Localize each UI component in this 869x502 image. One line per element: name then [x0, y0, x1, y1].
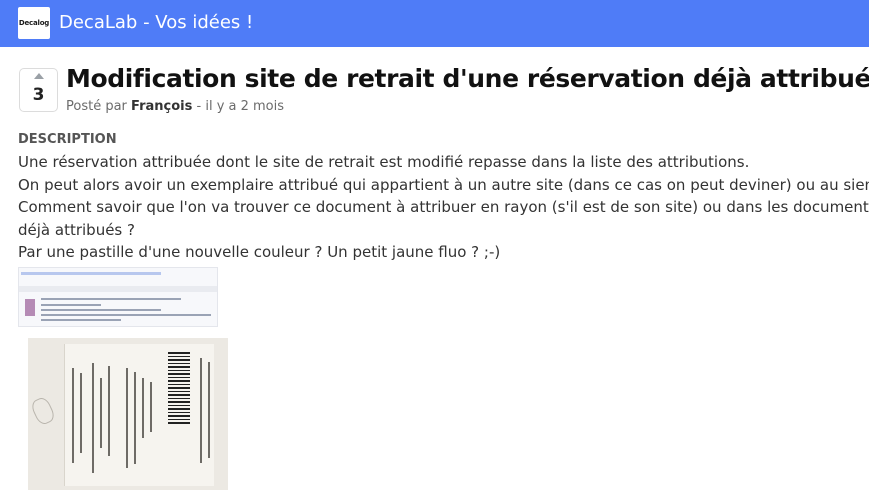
photo-text-line	[142, 378, 144, 438]
attachment-screenshot[interactable]	[18, 267, 218, 327]
screenshot-text-line	[41, 309, 161, 311]
description-line: On peut alors avoir un exemplaire attrib…	[18, 175, 869, 194]
screenshot-text-line	[41, 314, 211, 316]
description-body: Une réservation attribuée dont le site d…	[18, 151, 869, 264]
attachment-photo[interactable]	[28, 338, 228, 490]
posted-by-label: Posté par	[66, 99, 127, 114]
post-time: - il y a 2 mois	[196, 99, 285, 114]
vote-count: 3	[32, 85, 45, 105]
screenshot-text-line	[41, 298, 181, 300]
photo-text-line	[72, 368, 74, 463]
upvote-arrow-icon[interactable]	[34, 73, 44, 79]
photo-text-line	[100, 378, 102, 448]
photo-text-line	[134, 372, 136, 464]
photo-text-line	[80, 373, 82, 453]
photo-text-line	[150, 382, 152, 432]
description-line: Une réservation attribuée dont le site d…	[18, 153, 750, 171]
photo-text-line	[108, 366, 110, 456]
description-line: Comment savoir que l'on va trouver ce do…	[18, 198, 869, 216]
author-name[interactable]: François	[131, 99, 192, 114]
decalog-logo[interactable]: Decalog	[18, 7, 50, 39]
photo-text-line	[208, 362, 210, 458]
screenshot-header-bar	[21, 272, 161, 275]
photo-ticket	[64, 344, 214, 486]
photo-text-line	[126, 368, 128, 468]
top-bar: Decalog DecaLab - Vos idées !	[0, 0, 869, 47]
screenshot-text-line	[41, 304, 101, 306]
description-line: déjà attribués ?	[18, 220, 135, 239]
photo-barcode	[168, 352, 190, 424]
screenshot-cover-thumb	[25, 299, 35, 316]
screenshot-table-header	[19, 286, 217, 292]
app-title[interactable]: DecaLab - Vos idées !	[59, 12, 253, 33]
post-title: Modification site de retrait d'une réser…	[66, 64, 869, 93]
description-label: DESCRIPTION	[18, 132, 117, 147]
photo-text-line	[92, 363, 94, 473]
screenshot-text-line	[41, 319, 121, 321]
photo-text-line	[200, 358, 202, 463]
post-meta: Posté par François - il y a 2 mois	[66, 99, 284, 114]
description-line: Par une pastille d'une nouvelle couleur …	[18, 243, 501, 261]
photo-handwriting	[29, 395, 57, 427]
vote-button[interactable]: 3	[19, 68, 58, 112]
